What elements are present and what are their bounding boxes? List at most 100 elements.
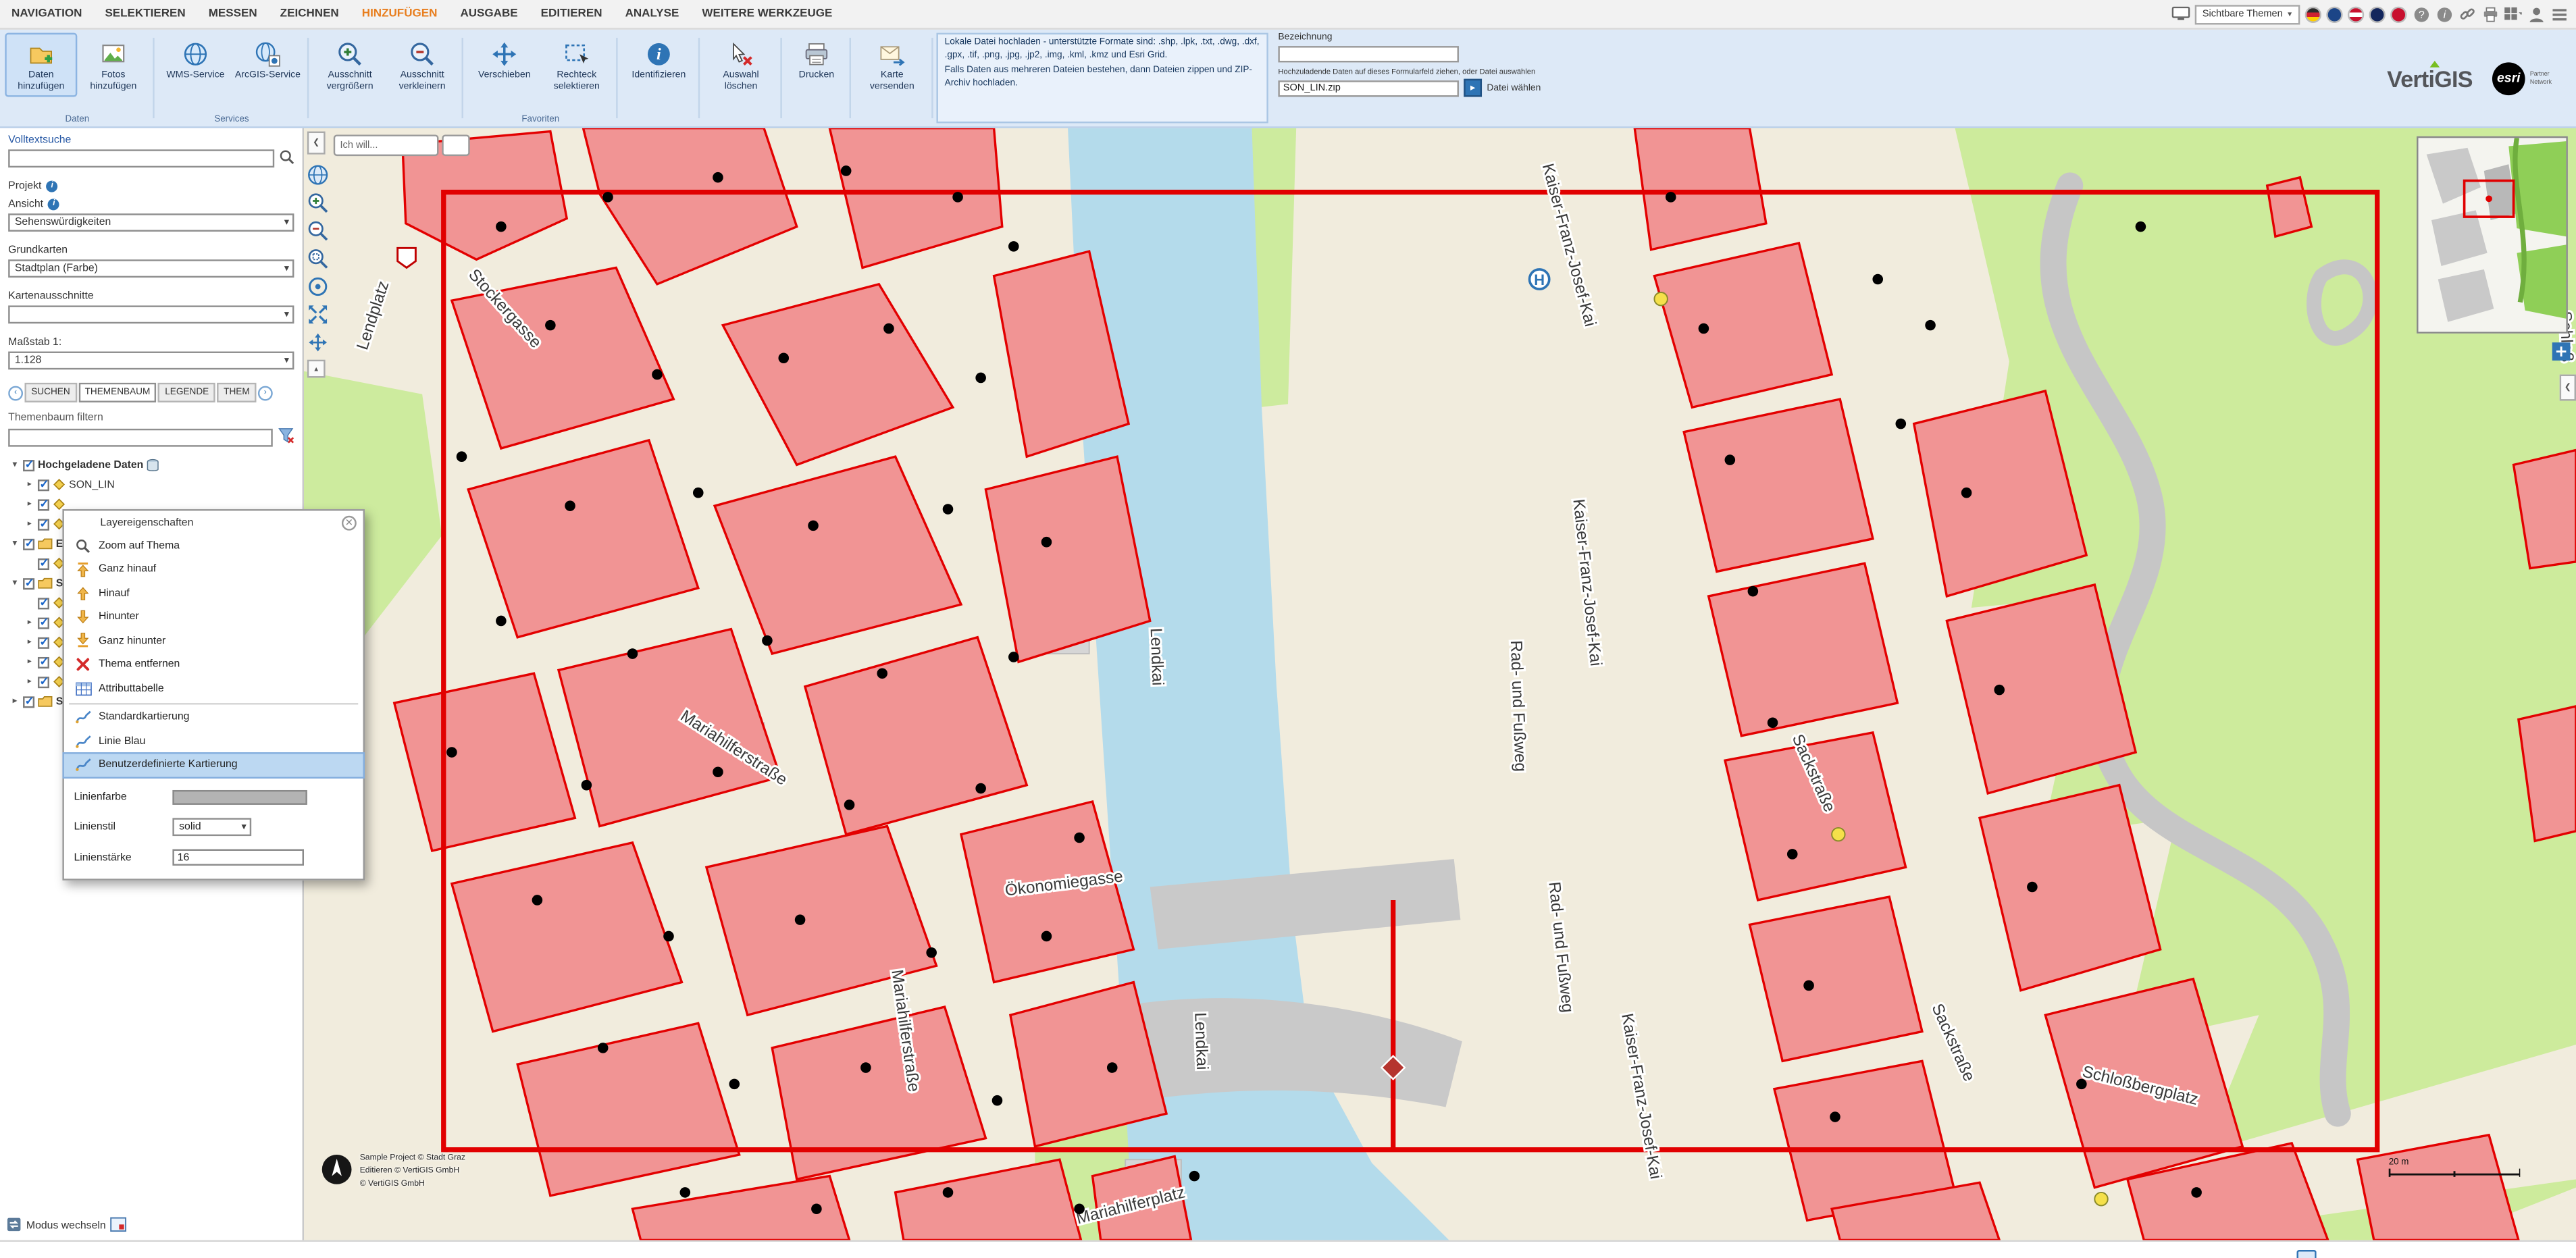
mode-switch[interactable]: Modus wechseln: [7, 1217, 128, 1235]
tab-them[interactable]: THEM: [217, 383, 256, 402]
flag-german-icon[interactable]: [2305, 6, 2321, 22]
checkbox[interactable]: [38, 656, 49, 668]
menu-item[interactable]: AUSGABE: [448, 8, 529, 20]
expander-icon[interactable]: ▸: [24, 618, 34, 628]
expander-icon[interactable]: ▸: [24, 657, 34, 667]
zoom-in-button[interactable]: Ausschnitt vergrößern: [314, 33, 386, 97]
flag-red-icon[interactable]: [2390, 6, 2406, 22]
menu-icon[interactable]: [2550, 5, 2568, 23]
ansicht-select[interactable]: Sehenswürdigkeiten: [8, 213, 294, 232]
add-data-button[interactable]: Daten hinzufügen: [5, 33, 77, 97]
line-width-input[interactable]: [172, 849, 304, 866]
tab-scroll-left-icon[interactable]: ‹: [8, 385, 23, 400]
tab-suchen[interactable]: SUCHEN: [24, 383, 76, 402]
flag-blue-icon[interactable]: [2326, 6, 2342, 22]
context-menu-item[interactable]: Thema entfernen: [64, 653, 363, 677]
expander-icon[interactable]: ▸: [24, 499, 34, 509]
menu-item[interactable]: SELEKTIEREN: [93, 8, 197, 20]
checkbox[interactable]: [23, 696, 34, 707]
map-zoom-out-icon[interactable]: [307, 220, 329, 242]
context-menu-item[interactable]: Standardkartierung: [64, 706, 363, 729]
context-menu-item[interactable]: Hinunter: [64, 605, 363, 629]
menu-item[interactable]: ANALYSE: [614, 8, 691, 20]
overview-map[interactable]: [2417, 136, 2568, 334]
checkbox[interactable]: [38, 637, 49, 648]
expander-icon[interactable]: ▸: [24, 677, 34, 687]
expander-icon[interactable]: ▸: [10, 696, 20, 706]
expander-icon[interactable]: ▸: [24, 637, 34, 648]
checkbox[interactable]: [38, 518, 49, 529]
select-rect-button[interactable]: Rechteck selektieren: [540, 33, 613, 97]
tab-legende[interactable]: LEGENDE: [158, 383, 215, 402]
link-icon[interactable]: [2458, 5, 2476, 23]
pan-button[interactable]: Verschieben: [468, 33, 540, 86]
menu-item[interactable]: NAVIGATION: [0, 8, 93, 20]
bezeichnung-field[interactable]: [1278, 46, 1459, 62]
checkbox[interactable]: [38, 498, 49, 510]
expander-icon[interactable]: ▸: [24, 479, 34, 490]
ich-will-input[interactable]: Ich will...: [334, 134, 439, 156]
projekt-info-icon[interactable]: i: [47, 181, 58, 192]
close-icon[interactable]: ✕: [342, 515, 357, 530]
print-icon[interactable]: [2481, 5, 2499, 23]
user-icon[interactable]: [2527, 5, 2545, 23]
search-icon[interactable]: [280, 149, 294, 167]
tree-row[interactable]: ▾Hochgeladene Daten: [8, 455, 294, 475]
map-canvas[interactable]: LendplatzStockergasseMariahilferstraßeMa…: [304, 128, 2576, 1240]
right-panel-collapse-button[interactable]: ❮: [2560, 375, 2576, 401]
zoom-box-icon[interactable]: [307, 248, 329, 269]
menu-item[interactable]: WEITERE WERKZEUGE: [690, 8, 844, 20]
checkbox[interactable]: [38, 479, 49, 490]
context-menu-item[interactable]: Ganz hinauf: [64, 558, 363, 581]
choose-file-icon[interactable]: ▸: [1464, 79, 1482, 97]
expander-icon[interactable]: ▾: [10, 539, 20, 549]
upload-file-field[interactable]: [1278, 80, 1459, 96]
pan-mode-icon[interactable]: [307, 332, 329, 353]
visible-themes-dropdown[interactable]: Sichtbare Themen ▾: [2194, 4, 2300, 24]
context-menu-item[interactable]: Linie Blau: [64, 729, 363, 753]
monitor-icon[interactable]: [2171, 5, 2190, 23]
globe-icon[interactable]: [307, 164, 329, 186]
checkbox[interactable]: [38, 558, 49, 569]
full-extent-icon[interactable]: [307, 304, 329, 325]
map-window-icon[interactable]: [111, 1217, 127, 1235]
map-viewport[interactable]: LendplatzStockergasseMariahilferstraßeMa…: [304, 128, 2576, 1240]
zoom-out-button[interactable]: Ausschnitt verkleinern: [386, 33, 459, 97]
choose-file-label[interactable]: Datei wählen: [1487, 83, 1541, 93]
menu-item[interactable]: ZEICHNEN: [269, 8, 351, 20]
menu-item[interactable]: HINZUFÜGEN: [351, 8, 449, 20]
checkbox[interactable]: [23, 538, 34, 550]
massstab-select[interactable]: 1.128: [8, 352, 294, 370]
menu-item[interactable]: MESSEN: [197, 8, 269, 20]
ansicht-info-icon[interactable]: i: [48, 199, 59, 210]
tab-themenbaum[interactable]: THEMENBAUM: [78, 383, 157, 402]
map-zoom-in-icon[interactable]: [307, 192, 329, 214]
tab-scroll-right-icon[interactable]: ›: [258, 385, 273, 400]
tree-filter-input[interactable]: [8, 428, 273, 446]
checkbox[interactable]: [38, 676, 49, 687]
wms-service-button[interactable]: WMS-Service: [159, 33, 232, 86]
center-target-icon[interactable]: [307, 276, 329, 298]
checkbox[interactable]: [23, 577, 34, 589]
context-menu-item[interactable]: Hinauf: [64, 581, 363, 605]
add-photos-button[interactable]: Fotos hinzufügen: [77, 33, 149, 97]
ich-will-handle[interactable]: [442, 134, 469, 156]
expander-icon[interactable]: ▾: [10, 460, 20, 470]
flag-striped-icon[interactable]: [2348, 6, 2364, 22]
checkbox[interactable]: [38, 597, 49, 608]
grundkarten-select[interactable]: Stadtplan (Farbe): [8, 259, 294, 278]
info-icon[interactable]: i: [2435, 5, 2453, 23]
arcgis-service-button[interactable]: ArcGIS-Service: [232, 33, 304, 86]
line-color-swatch[interactable]: [172, 790, 307, 805]
clear-selection-button[interactable]: Auswahl löschen: [704, 33, 777, 97]
expander-icon[interactable]: ▾: [10, 578, 20, 588]
kartenausschnitte-select[interactable]: [8, 305, 294, 323]
menu-item[interactable]: EDITIEREN: [530, 8, 614, 20]
checkbox[interactable]: [23, 459, 34, 471]
context-menu-item[interactable]: Zoom auf Thema: [64, 534, 363, 558]
sidebar-collapse-button[interactable]: ❮: [307, 132, 326, 155]
send-map-button[interactable]: Karte versenden: [856, 33, 928, 97]
line-style-select[interactable]: solid: [172, 818, 251, 836]
checkbox[interactable]: [38, 617, 49, 628]
context-menu-item[interactable]: Ganz hinunter: [64, 629, 363, 653]
